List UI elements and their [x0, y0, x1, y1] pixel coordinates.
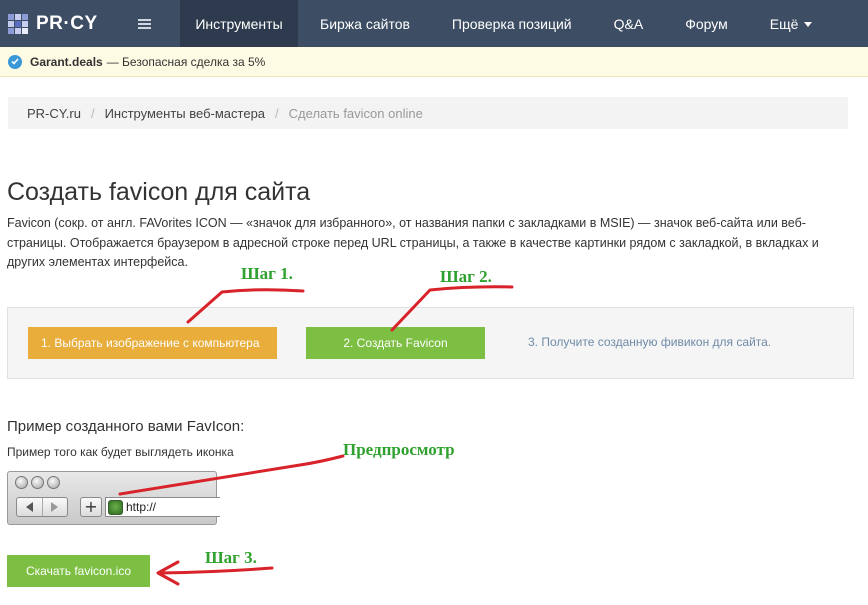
forward-arrow-icon — [41, 498, 68, 516]
nav-item-more-label: Ещё — [769, 15, 799, 32]
hamburger-icon — [137, 18, 151, 29]
example-subtitle: Пример того как будет выглядеть иконка — [7, 445, 234, 459]
browser-url-bar: http:// — [105, 497, 220, 517]
site-logo[interactable]: PR·CY — [8, 13, 120, 35]
promo-bar[interactable]: Garant.deals — Безопасная сделка за 5% — [0, 47, 868, 77]
promo-text: — Безопасная сделка за 5% — [106, 54, 266, 69]
annotation-step1: Шаг 1. — [241, 264, 293, 283]
promo-brand: Garant.deals — [30, 54, 103, 69]
caret-down-icon — [804, 22, 813, 27]
browser-nav-buttons — [16, 497, 68, 517]
check-circle-icon — [8, 54, 22, 69]
step3-arrowhead — [156, 560, 180, 586]
annotation-step2: Шаг 2. — [440, 267, 492, 286]
steps-panel: 1. Выбрать изображение с компьютера 2. С… — [7, 307, 854, 379]
breadcrumb-current: Сделать favicon online — [288, 105, 423, 121]
top-navbar: PR·CY Инструменты Биржа сайтов Проверка … — [0, 0, 868, 47]
nav-item-qa[interactable]: Q&A — [594, 0, 664, 47]
create-favicon-button[interactable]: 2. Создать Favicon — [306, 327, 485, 359]
step3-hint: 3. Получите созданную фивикон для сайта. — [528, 335, 772, 349]
window-controls — [15, 476, 60, 489]
breadcrumb-tools[interactable]: Инструменты веб-мастера — [105, 106, 265, 121]
select-image-button[interactable]: 1. Выбрать изображение с компьютера — [28, 327, 277, 359]
page-title: Создать favicon для сайта — [7, 178, 311, 206]
menu-burger-button[interactable] — [124, 0, 164, 47]
window-dot-icon — [31, 476, 44, 489]
favicon-preview-icon — [108, 499, 123, 515]
breadcrumb: PR-CY.ru / Инструменты веб-мастера / Сде… — [8, 97, 848, 129]
download-favicon-button[interactable]: Скачать favicon.ico — [7, 555, 150, 587]
breadcrumb-separator: / — [90, 105, 95, 121]
window-dot-icon — [47, 476, 60, 489]
nav-item-position-check[interactable]: Проверка позиций — [430, 0, 594, 47]
nav-item-forum[interactable]: Форум — [663, 0, 750, 47]
page-description: Favicon (сокр. от англ. FAVorites ICON —… — [7, 216, 819, 269]
nav-item-more[interactable]: Ещё — [750, 0, 833, 47]
step3-arrow — [158, 566, 274, 575]
annotation-preview: Предпросмотр — [343, 440, 455, 459]
example-heading: Пример созданного вами FavIcon: — [7, 418, 245, 435]
url-text: http:// — [126, 500, 157, 514]
back-arrow-icon — [17, 498, 42, 516]
nav-item-tools[interactable]: Инструменты — [180, 0, 298, 47]
logo-text: PR·CY — [36, 12, 98, 34]
annotation-step3: Шаг 3. — [205, 548, 257, 567]
nav-item-site-exchange[interactable]: Биржа сайтов — [300, 0, 430, 47]
new-tab-plus-icon: + — [80, 497, 102, 517]
logo-mark-icon — [8, 13, 28, 34]
breadcrumb-home[interactable]: PR-CY.ru — [27, 106, 81, 121]
browser-preview: + http:// — [7, 471, 220, 525]
window-dot-icon — [15, 476, 28, 489]
breadcrumb-separator: / — [275, 105, 279, 121]
